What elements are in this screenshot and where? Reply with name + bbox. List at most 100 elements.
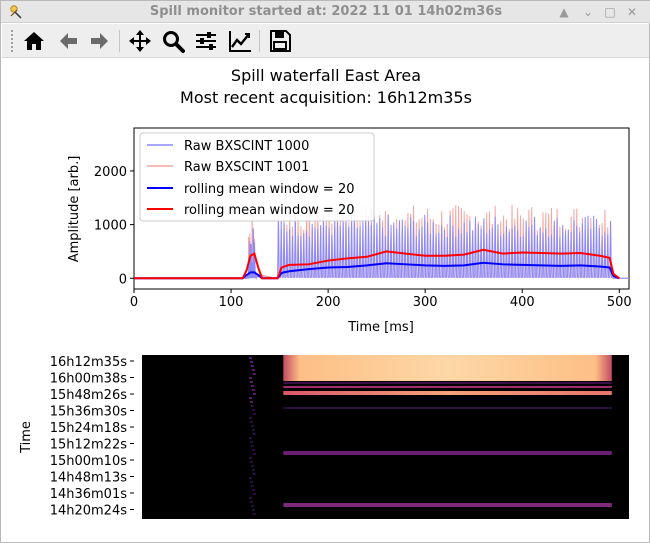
heatmap-y-tick-label: 14h36m01s xyxy=(50,487,128,502)
heatmap-y-tick-label: 15h36m30s xyxy=(50,405,128,420)
pan-button[interactable] xyxy=(127,28,153,54)
heatmap-burst-cell xyxy=(248,457,252,459)
keep-above-button[interactable]: ▲ xyxy=(556,4,572,20)
heatmap-burst-cell xyxy=(252,413,256,415)
edit-axes-button[interactable] xyxy=(227,28,253,54)
forward-arrow-icon xyxy=(91,33,108,49)
heatmap-y-tick-label: 15h12m22s xyxy=(50,438,128,453)
heatmap-burst-cell xyxy=(249,421,253,423)
heatmap-burst-cell xyxy=(248,477,252,479)
heatmap-burst-cell xyxy=(251,509,255,511)
zoom-button[interactable] xyxy=(160,28,186,54)
maximize-button[interactable]: □ xyxy=(602,4,618,20)
x-axis-ticks: 0 100 200 300 400 500 xyxy=(130,289,632,310)
heatmap-burst-cell xyxy=(250,465,254,467)
heatmap-burst-cell xyxy=(248,497,252,499)
heatmap-burst-cell xyxy=(252,473,256,475)
heatmap-y-tick-label: 15h00m10s xyxy=(50,454,128,469)
y-tick-label: 2000 xyxy=(94,165,127,180)
heatmap-burst-cell xyxy=(251,409,255,411)
heatmap-left-blank xyxy=(134,355,142,519)
heatmap-burst-cell xyxy=(248,437,252,439)
subplots-button[interactable] xyxy=(193,28,219,54)
heatmap-y-tick-label: 15h24m18s xyxy=(50,421,128,436)
home-button[interactable] xyxy=(21,28,47,54)
heatmap-bright-band xyxy=(283,355,612,381)
legend-label-mean-1000: rolling mean window = 20 xyxy=(184,182,355,197)
back-arrow-icon xyxy=(60,33,77,49)
close-button[interactable]: ✕ xyxy=(624,4,640,20)
heatmap-burst-cell xyxy=(248,417,252,419)
x-tick-label: 100 xyxy=(219,295,244,310)
toolbar-separator xyxy=(259,30,260,52)
heatmap-burst-cell xyxy=(250,485,254,487)
zoom-icon xyxy=(163,31,185,53)
heatmap-row xyxy=(283,451,612,455)
heatmap-burst-cell xyxy=(251,429,255,431)
heatmap-y-tick-label: 16h12m35s xyxy=(50,355,128,370)
legend: Raw BXSCINT 1000 Raw BXSCINT 1001 rollin… xyxy=(139,132,375,222)
heatmap-burst-cell xyxy=(248,377,252,379)
x-tick-label: 500 xyxy=(607,295,632,310)
heatmap-burst-cell xyxy=(249,461,253,463)
heatmap-burst-cell xyxy=(250,365,254,367)
heatmap-burst-cell xyxy=(251,449,255,451)
heatmap-y-label: Time xyxy=(19,421,34,454)
minimize-button[interactable]: ⌄ xyxy=(580,4,596,20)
heatmap-burst-cell xyxy=(249,381,253,383)
navigation-toolbar xyxy=(2,24,649,58)
heatmap-burst-cell xyxy=(249,441,253,443)
heatmap-y-ticks: 16h12m35s 16h00m38s15h48m26s 15h36m30s15h2… xyxy=(50,355,134,519)
heatmap-burst-cell xyxy=(248,397,252,399)
subplots-icon xyxy=(196,32,216,50)
save-button[interactable] xyxy=(267,28,293,54)
heatmap-burst-cell xyxy=(252,373,256,375)
heatmap-burst-cell xyxy=(250,405,254,407)
heatmap-row xyxy=(283,382,612,384)
x-tick-label: 200 xyxy=(316,295,341,310)
heatmap-y-tick-label: 15h48m26s xyxy=(50,388,128,403)
heatmap-y-tick-label: 14h20m24s xyxy=(50,504,128,519)
y-tick-label: 1000 xyxy=(94,219,127,234)
pan-icon xyxy=(129,30,151,52)
figure-canvas[interactable]: Spill waterfall East Area Most recent ac… xyxy=(6,61,646,539)
heatmap-burst-cell xyxy=(252,513,256,515)
save-icon xyxy=(270,30,291,52)
heatmap-row xyxy=(283,386,612,388)
heatmap-row xyxy=(283,391,612,395)
heatmap-burst-cell xyxy=(250,445,254,447)
axes-edit-icon xyxy=(229,31,251,52)
back-button[interactable] xyxy=(55,28,81,54)
heatmap-burst-cell xyxy=(250,505,254,507)
heatmap-row xyxy=(283,407,612,409)
title-bar[interactable]: Spill monitor started at: 2022 11 01 14h… xyxy=(1,1,650,23)
heatmap-burst-cell xyxy=(249,501,253,503)
toolbar-grip[interactable] xyxy=(10,29,14,53)
heatmap-burst-cell xyxy=(251,469,255,471)
heatmap-burst-cell xyxy=(252,453,256,455)
x-tick-label: 0 xyxy=(130,295,138,310)
heatmap-y-tick-label: 14h48m13s xyxy=(50,471,128,486)
x-axis-label: Time [ms] xyxy=(347,320,414,335)
forward-button[interactable] xyxy=(87,28,113,54)
heatmap-burst-cell xyxy=(252,493,256,495)
toolbar-separator xyxy=(119,30,120,52)
heatmap-burst-cell xyxy=(250,425,254,427)
x-tick-label: 300 xyxy=(413,295,438,310)
heatmap-burst-cell xyxy=(252,433,256,435)
heatmap-burst-cell xyxy=(249,481,253,483)
y-axis-label: Amplitude [arb.] xyxy=(67,156,82,263)
x-tick-label: 400 xyxy=(510,295,535,310)
heatmap-burst-cell xyxy=(251,389,255,391)
legend-label-raw-1001: Raw BXSCINT 1001 xyxy=(184,160,309,175)
legend-label-raw-1000: Raw BXSCINT 1000 xyxy=(184,139,309,154)
heatmap-burst-cell xyxy=(249,401,253,403)
app-window: Spill monitor started at: 2022 11 01 14h… xyxy=(0,0,650,543)
heatmap-burst-cell xyxy=(252,393,256,395)
home-icon xyxy=(24,32,44,50)
y-tick-label: 0 xyxy=(119,272,127,287)
heatmap-burst-cell xyxy=(251,369,255,371)
heatmap-burst-cell xyxy=(249,361,253,363)
y-axis-ticks: 0 1000 2000 xyxy=(94,165,134,287)
heatmap-y-tick-label: 16h00m38s xyxy=(50,372,128,387)
